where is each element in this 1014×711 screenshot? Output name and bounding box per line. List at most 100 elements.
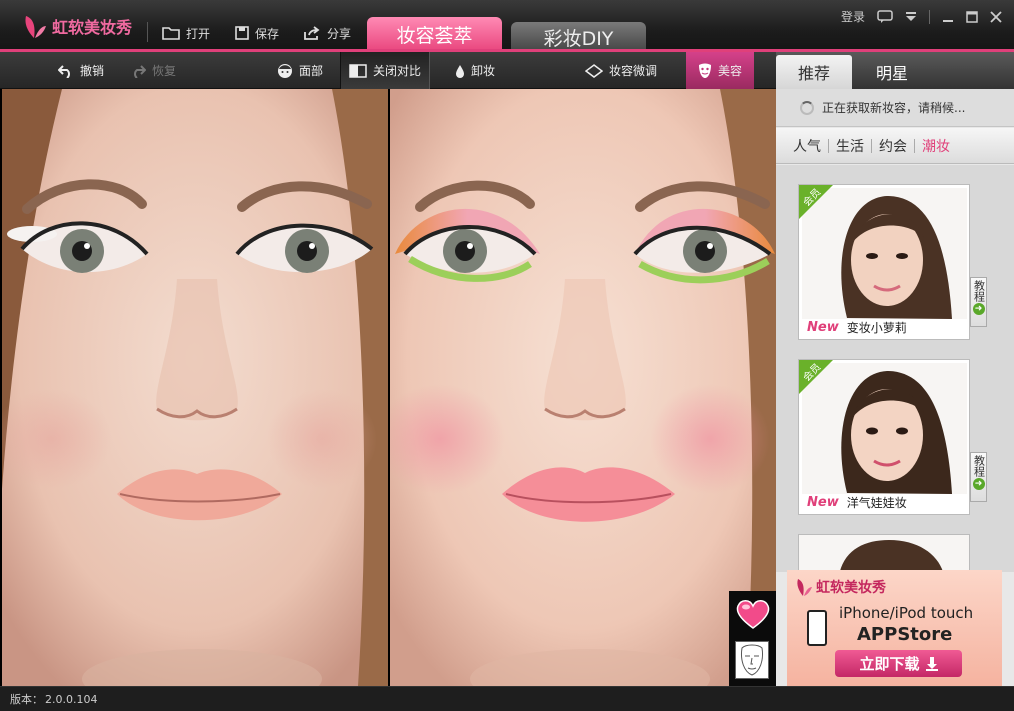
look-card[interactable] <box>798 534 970 572</box>
look-card[interactable]: 会员 New 洋气娃娃妆 <box>798 359 970 515</box>
tab-celebrity[interactable]: 明星 <box>852 55 1012 89</box>
tutorial-button[interactable]: 教程 ➜ <box>970 277 987 327</box>
save-button[interactable]: 保存 <box>235 22 279 44</box>
tab-recommended[interactable]: 推荐 <box>776 55 852 89</box>
quick-tools-strip <box>729 591 776 686</box>
divider <box>929 9 930 24</box>
download-now-button[interactable]: 立即下载 <box>835 650 962 677</box>
favorite-button[interactable] <box>734 595 772 633</box>
member-badge: 会员 <box>799 360 833 394</box>
title-bar: 虹软美妆秀 打开 保存 分享 妆容荟萃 彩妆DIY 登录 <box>0 0 1014 52</box>
open-label: 打开 <box>186 26 211 41</box>
loading-text: 正在获取新妆容，请稍候... <box>822 101 966 115</box>
status-bar: 版本： 2.0.0.104 <box>0 686 1014 711</box>
category-tabs: 人气 生活 约会 潮妆 <box>776 128 1014 164</box>
undo-label: 撤销 <box>80 64 105 78</box>
preview-canvas[interactable] <box>2 89 776 686</box>
remove-makeup-button[interactable]: 卸妆 <box>455 52 495 89</box>
share-button[interactable]: 分享 <box>303 22 351 44</box>
edit-toolbar: 撤销 恢复 面部 关闭对比 卸妆 妆容微调 美容 <box>0 52 776 89</box>
compare-label: 关闭对比 <box>373 64 422 78</box>
redo-button[interactable]: 恢复 <box>130 52 176 89</box>
face-label: 面部 <box>299 64 324 78</box>
redo-icon <box>134 64 146 78</box>
save-label: 保存 <box>255 26 280 41</box>
butterfly-logo-icon <box>25 16 46 38</box>
look-card[interactable]: 会员 New 变妆小萝莉 <box>798 184 970 340</box>
look-caption: New 洋气娃娃妆 <box>807 494 907 511</box>
close-icon[interactable] <box>990 10 1002 23</box>
app-logo: 虹软美妆秀 <box>22 10 132 42</box>
ad-logo: 虹软美妆秀 <box>795 576 886 598</box>
beauty-button[interactable]: 美容 <box>686 52 755 89</box>
tab-label: 推荐 <box>797 64 830 83</box>
mask-icon <box>699 63 711 78</box>
maximize-icon[interactable] <box>966 10 978 23</box>
chat-icon[interactable] <box>877 10 893 23</box>
arrow-right-icon: ➜ <box>972 303 985 315</box>
remove-makeup-label: 卸妆 <box>471 64 496 78</box>
tab-label: 明星 <box>876 64 909 83</box>
download-label: 立即下载 <box>859 655 920 673</box>
share-label: 分享 <box>327 26 352 41</box>
arrow-right-icon: ➜ <box>972 478 985 490</box>
tab-makeup-diy[interactable]: 彩妆DIY <box>511 22 646 52</box>
drop-icon <box>456 64 464 78</box>
category-popular[interactable]: 人气 <box>786 136 828 156</box>
share-icon <box>304 26 320 40</box>
tutorial-label: 教程 <box>972 455 986 477</box>
look-name: 变妆小萝莉 <box>846 321 907 335</box>
diamond-icon <box>585 63 603 78</box>
fine-tune-button[interactable]: 妆容微调 <box>585 52 657 89</box>
compare-icon <box>349 63 367 78</box>
look-list: 会员 New 变妆小萝莉 教程 ➜ 会员 New 洋气娃娃妆 教程 ➜ <box>776 165 1014 572</box>
minimize-icon[interactable] <box>942 11 954 23</box>
beauty-label: 美容 <box>718 64 743 78</box>
look-caption: New 变妆小萝莉 <box>807 319 907 336</box>
look-name: 洋气娃娃妆 <box>846 496 907 510</box>
face-map-icon <box>741 644 763 676</box>
app-title: 虹软美妆秀 <box>52 18 133 37</box>
tab-label: 妆容荟萃 <box>396 25 473 47</box>
fine-tune-label: 妆容微调 <box>609 64 658 78</box>
compare-toggle-button[interactable]: 关闭对比 <box>340 52 431 89</box>
face-button[interactable]: 面部 <box>277 52 323 89</box>
download-arrow-icon <box>925 656 938 671</box>
version-label: 版本： <box>10 693 43 706</box>
category-date[interactable]: 约会 <box>872 136 914 156</box>
phone-icon <box>807 610 827 646</box>
heart-icon <box>736 600 770 629</box>
appstore-ad-banner[interactable]: 虹软美妆秀 iPhone/iPod touch APPStore 立即下载 <box>787 570 1002 686</box>
loading-spinner-icon <box>800 100 814 115</box>
category-trendy[interactable]: 潮妆 <box>915 136 957 156</box>
panel-tabs: 推荐 明星 <box>776 52 1014 89</box>
dropdown-icon[interactable] <box>905 11 917 22</box>
open-button[interactable]: 打开 <box>162 22 210 44</box>
login-link[interactable]: 登录 <box>841 8 865 25</box>
makeup-preview-photo <box>390 89 776 686</box>
folder-icon <box>162 27 180 40</box>
loading-bar: 正在获取新妆容，请稍候... <box>776 89 1014 127</box>
member-badge: 会员 <box>799 185 833 219</box>
window-controls: 登录 <box>841 8 1002 25</box>
ad-store-text: APPStore <box>857 624 953 645</box>
face-icon <box>278 63 292 78</box>
makeup-panel: 推荐 明星 正在获取新妆容，请稍候... 人气 生活 约会 潮妆 会员 New … <box>776 52 1014 686</box>
category-daily[interactable]: 生活 <box>829 136 871 156</box>
undo-button[interactable]: 撤销 <box>58 52 104 89</box>
ad-logo-text: 虹软美妆秀 <box>816 580 886 596</box>
tab-label: 彩妆DIY <box>543 27 614 50</box>
tutorial-label: 教程 <box>972 280 986 302</box>
version-number: 2.0.0.104 <box>45 692 98 706</box>
tutorial-button[interactable]: 教程 ➜ <box>970 452 987 502</box>
face-map-button[interactable] <box>735 641 769 679</box>
divider <box>147 22 148 42</box>
tab-makeup-collection[interactable]: 妆容荟萃 <box>367 17 502 52</box>
new-tag: New <box>807 320 839 335</box>
original-photo <box>2 89 388 686</box>
redo-label: 恢复 <box>152 64 177 78</box>
save-icon <box>235 26 249 40</box>
ad-device-text: iPhone/iPod touch <box>839 604 974 622</box>
new-tag: New <box>807 495 839 510</box>
butterfly-logo-icon <box>797 579 812 596</box>
